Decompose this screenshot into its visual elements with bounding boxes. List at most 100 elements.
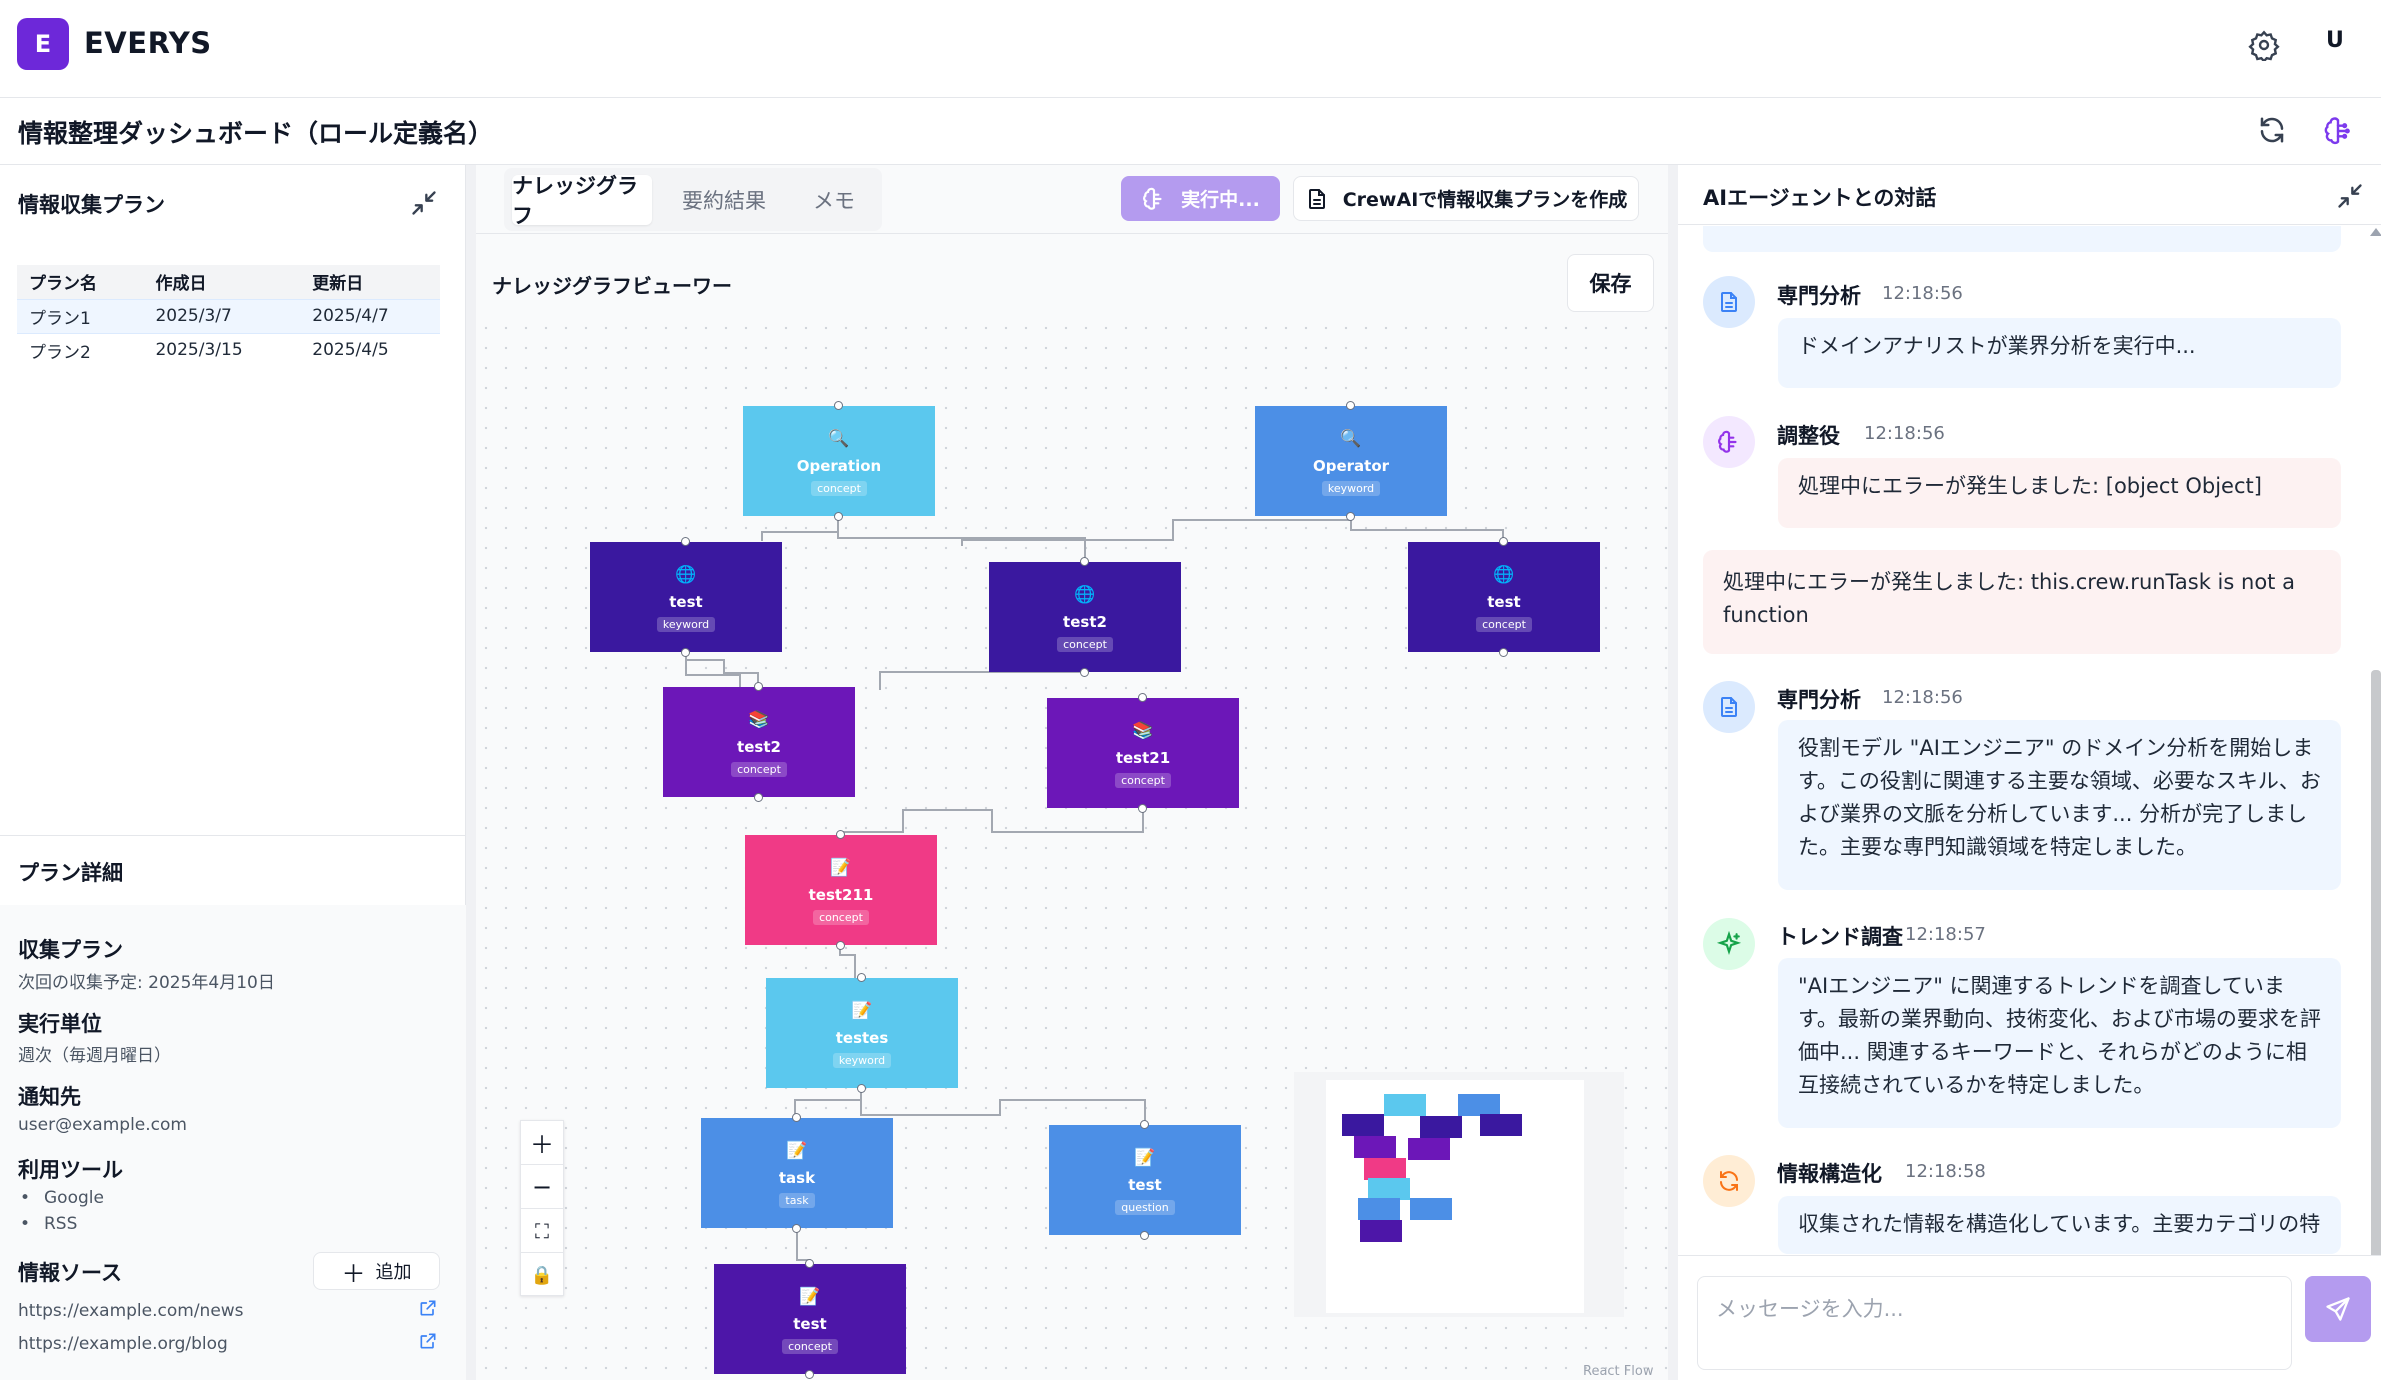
table-row[interactable]: プラン2 2025/3/15 2025/4/5 xyxy=(17,333,440,367)
message-bubble: ドメインアナリストが業界分析を実行中... xyxy=(1778,318,2341,388)
minimap-node xyxy=(1342,1114,1384,1136)
send-button[interactable] xyxy=(2305,1276,2371,1342)
minimap-node xyxy=(1408,1138,1450,1160)
minimap-node xyxy=(1480,1114,1522,1136)
graph-node[interactable]: 🔍 Operation concept xyxy=(743,401,935,521)
node-icon: 📝 xyxy=(851,1000,873,1021)
node-handle[interactable] xyxy=(1138,693,1147,702)
chat-title: AIエージェントとの対話 xyxy=(1703,186,1937,210)
app-name: EVERYS xyxy=(84,26,212,60)
message-sender: 専門分析 xyxy=(1777,284,1861,308)
scroll-up-arrow[interactable] xyxy=(2370,228,2381,236)
node-tag: concept xyxy=(813,909,869,925)
table-row[interactable]: プラン1 2025/3/7 2025/4/7 xyxy=(17,298,440,334)
lock-icon[interactable]: 🔒 xyxy=(521,1253,563,1297)
scrollbar-thumb[interactable] xyxy=(2371,670,2381,1280)
brain-icon[interactable] xyxy=(2322,115,2354,147)
node-handle[interactable] xyxy=(792,1113,801,1122)
node-handle[interactable] xyxy=(805,1259,814,1268)
node-label: test2 xyxy=(1063,612,1107,631)
minimap[interactable] xyxy=(1294,1072,1624,1317)
graph-node[interactable]: 📝 test concept xyxy=(714,1259,906,1379)
graph-node[interactable]: 🌐 test concept xyxy=(1408,537,1600,657)
graph-node[interactable]: 📚 test2 concept xyxy=(663,682,855,802)
graph-node[interactable]: 🔍 Operator keyword xyxy=(1255,401,1447,521)
node-icon: 📝 xyxy=(1134,1147,1156,1168)
graph-node[interactable]: 🌐 test keyword xyxy=(590,537,782,657)
minimap-node xyxy=(1358,1198,1400,1220)
viewer-title: ナレッジグラフビューワー xyxy=(492,274,732,298)
node-handle[interactable] xyxy=(792,1224,801,1233)
tab-memo[interactable]: メモ xyxy=(794,175,874,225)
graph-node[interactable]: 📝 task task xyxy=(701,1113,893,1233)
source-link[interactable]: https://example.com/news xyxy=(18,1301,244,1321)
graph-node[interactable]: 📚 test21 concept xyxy=(1047,693,1239,813)
node-handle[interactable] xyxy=(805,1370,814,1379)
external-link-icon[interactable] xyxy=(418,1331,438,1351)
source-link[interactable]: https://example.org/blog xyxy=(18,1334,228,1354)
node-handle[interactable] xyxy=(836,941,845,950)
column-header: プラン名 xyxy=(17,265,144,299)
plan-detail-title: プラン詳細 xyxy=(18,861,123,885)
graph-node[interactable]: 🌐 test2 concept xyxy=(989,557,1181,677)
tab-knowledge-graph[interactable]: ナレッジグラフ xyxy=(512,174,652,228)
updated-cell: 2025/4/7 xyxy=(300,298,440,334)
node-icon: 🔍 xyxy=(828,428,850,449)
react-flow-attribution[interactable]: React Flow xyxy=(1583,1364,1653,1379)
node-label: test xyxy=(1487,592,1521,611)
running-button[interactable]: 実行中... xyxy=(1121,176,1280,221)
zoom-out-icon[interactable]: − xyxy=(521,1165,563,1209)
fit-view-icon[interactable]: ⛶ xyxy=(521,1209,563,1253)
node-handle[interactable] xyxy=(1080,557,1089,566)
node-handle[interactable] xyxy=(681,537,690,546)
tab-summary[interactable]: 要約結果 xyxy=(664,175,784,225)
message-input[interactable]: メッセージを入力... xyxy=(1697,1276,2292,1370)
node-handle[interactable] xyxy=(857,1084,866,1093)
external-link-icon[interactable] xyxy=(418,1298,438,1318)
document-icon xyxy=(1721,292,1737,312)
node-tag: concept xyxy=(811,480,867,496)
panel-resize-handle[interactable] xyxy=(1668,165,1678,1380)
divider xyxy=(0,835,466,836)
plan-name-cell: プラン1 xyxy=(17,298,144,334)
graph-node[interactable]: 📝 testes keyword xyxy=(766,973,958,1093)
brain-icon xyxy=(1143,187,1162,210)
minimap-node xyxy=(1360,1220,1402,1242)
node-handle[interactable] xyxy=(1080,668,1089,677)
node-handle[interactable] xyxy=(754,682,763,691)
panel-resize-handle[interactable] xyxy=(466,165,476,1380)
divider xyxy=(476,233,1668,234)
plus-icon: ＋ xyxy=(341,1259,366,1288)
collapse-icon[interactable] xyxy=(2336,182,2364,210)
add-source-button[interactable]: ＋ 追加 xyxy=(313,1252,440,1290)
node-handle[interactable] xyxy=(681,648,690,657)
node-handle[interactable] xyxy=(754,793,763,802)
node-handle[interactable] xyxy=(834,512,843,521)
node-handle[interactable] xyxy=(836,830,845,839)
crewai-create-plan-button[interactable]: CrewAIで情報収集プランを作成 xyxy=(1293,176,1639,221)
node-handle[interactable] xyxy=(1346,512,1355,521)
settings-gear-icon[interactable] xyxy=(2248,29,2280,63)
node-handle[interactable] xyxy=(1140,1120,1149,1129)
refresh-icon[interactable] xyxy=(2257,115,2287,145)
message-sender: 調整役 xyxy=(1777,424,1840,448)
node-handle[interactable] xyxy=(834,401,843,410)
node-handle[interactable] xyxy=(857,973,866,982)
node-icon: 📝 xyxy=(786,1140,808,1161)
graph-node[interactable]: 📝 test question xyxy=(1049,1120,1241,1240)
node-handle[interactable] xyxy=(1346,401,1355,410)
collapse-icon[interactable] xyxy=(410,189,438,217)
graph-node[interactable]: 📝 test211 concept xyxy=(745,830,937,950)
user-avatar[interactable]: U xyxy=(2326,28,2344,53)
node-handle[interactable] xyxy=(1499,537,1508,546)
zoom-in-icon[interactable]: ＋ xyxy=(521,1121,563,1165)
node-handle[interactable] xyxy=(1499,648,1508,657)
node-handle[interactable] xyxy=(1138,804,1147,813)
node-icon: 🌐 xyxy=(675,564,697,585)
node-handle[interactable] xyxy=(1140,1231,1149,1240)
save-button[interactable]: 保存 xyxy=(1567,254,1654,312)
message-time: 12:18:56 xyxy=(1864,423,1945,444)
minimap-node xyxy=(1364,1158,1406,1180)
node-tag: question xyxy=(1115,1199,1175,1215)
node-label: test21 xyxy=(1115,748,1171,767)
